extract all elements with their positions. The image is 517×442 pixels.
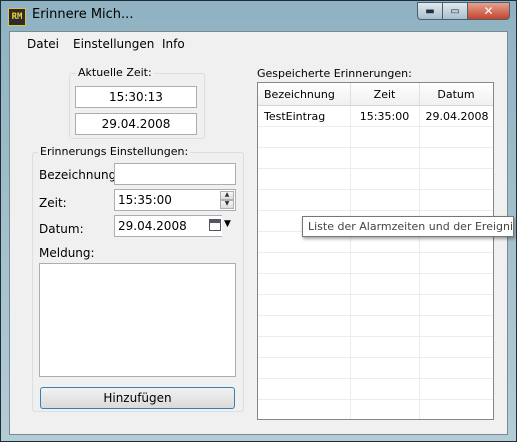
name-input[interactable] <box>114 163 236 185</box>
cell-zeit: 15:35:00 <box>350 105 420 127</box>
app-logo-icon: RM <box>8 8 26 26</box>
chevron-down-icon: ▼ <box>224 219 231 229</box>
empty-row <box>258 399 493 419</box>
empty-row <box>258 357 493 379</box>
title-bar[interactable]: RM Erinnere Mich... ▬ ▭ ✕ <box>1 1 516 31</box>
menu-bar: Datei Einstellungen Info <box>10 32 507 56</box>
spin-down-icon[interactable]: ▼ <box>220 200 234 209</box>
column-header-bezeichnung[interactable]: Bezeichnung <box>258 83 351 106</box>
minimize-button[interactable]: ▬ <box>417 2 443 20</box>
empty-row <box>258 273 493 295</box>
time-label: Zeit: <box>39 196 67 210</box>
empty-row <box>258 315 493 337</box>
empty-row <box>258 168 493 190</box>
cell-datum: 29.04.2008 <box>419 105 493 127</box>
cell-bezeichnung: TestEintrag <box>258 105 351 127</box>
window-controls: ▬ ▭ ✕ <box>417 2 510 21</box>
saved-reminders-label: Gespeicherte Erinnerungen: <box>257 67 412 80</box>
current-date-display: 29.04.2008 <box>75 113 197 135</box>
reminder-settings-label: Erinnerungs Einstellungen: <box>38 145 191 158</box>
empty-row <box>258 147 493 169</box>
date-picker-dropdown[interactable]: ▼ <box>208 216 238 236</box>
empty-row <box>258 252 493 274</box>
app-window: RM Erinnere Mich... ▬ ▭ ✕ Datei Einstell… <box>0 0 517 442</box>
maximize-button[interactable]: ▭ <box>443 2 468 20</box>
time-picker[interactable]: 15:35:00 ▲ ▼ <box>114 189 236 211</box>
menu-einstellungen[interactable]: Einstellungen <box>73 37 154 51</box>
message-label: Meldung: <box>39 246 95 260</box>
minimize-icon: ▬ <box>425 5 435 17</box>
add-button[interactable]: Hinzufügen <box>40 387 235 409</box>
empty-row <box>258 378 493 400</box>
empty-row <box>258 189 493 211</box>
close-button[interactable]: ✕ <box>468 2 510 20</box>
window-title: Erinnere Mich... <box>32 7 134 22</box>
table-header-row: Bezeichnung Zeit Datum <box>258 83 493 106</box>
empty-row <box>258 336 493 358</box>
maximize-icon: ▭ <box>450 5 460 17</box>
time-picker-value: 15:35:00 <box>118 193 172 207</box>
menu-datei[interactable]: Datei <box>27 37 59 51</box>
empty-row <box>258 126 493 148</box>
current-time-label: Aktuelle Zeit: <box>76 66 154 79</box>
name-label: Bezeichnung: <box>39 168 121 182</box>
date-label: Datum: <box>39 222 84 236</box>
current-time-display: 15:30:13 <box>75 86 197 108</box>
close-icon: ✕ <box>483 4 494 18</box>
menu-info[interactable]: Info <box>162 37 185 51</box>
date-picker[interactable]: 29.04.2008 <box>114 215 222 237</box>
calendar-icon <box>209 219 221 231</box>
column-header-datum[interactable]: Datum <box>419 83 493 106</box>
empty-row <box>258 294 493 316</box>
column-header-zeit[interactable]: Zeit <box>350 83 420 106</box>
date-picker-value: 29.04.2008 <box>118 219 187 233</box>
spin-up-icon[interactable]: ▲ <box>220 191 234 200</box>
time-spinner[interactable]: ▲ ▼ <box>220 191 234 209</box>
table-row[interactable]: TestEintrag 15:35:00 29.04.2008 <box>258 105 493 127</box>
saved-reminders-table[interactable]: Bezeichnung Zeit Datum TestEintrag 15:35… <box>257 82 494 420</box>
grid-tooltip: Liste der Alarmzeiten und der Ereignisse <box>302 216 514 237</box>
message-textarea[interactable] <box>39 263 236 377</box>
